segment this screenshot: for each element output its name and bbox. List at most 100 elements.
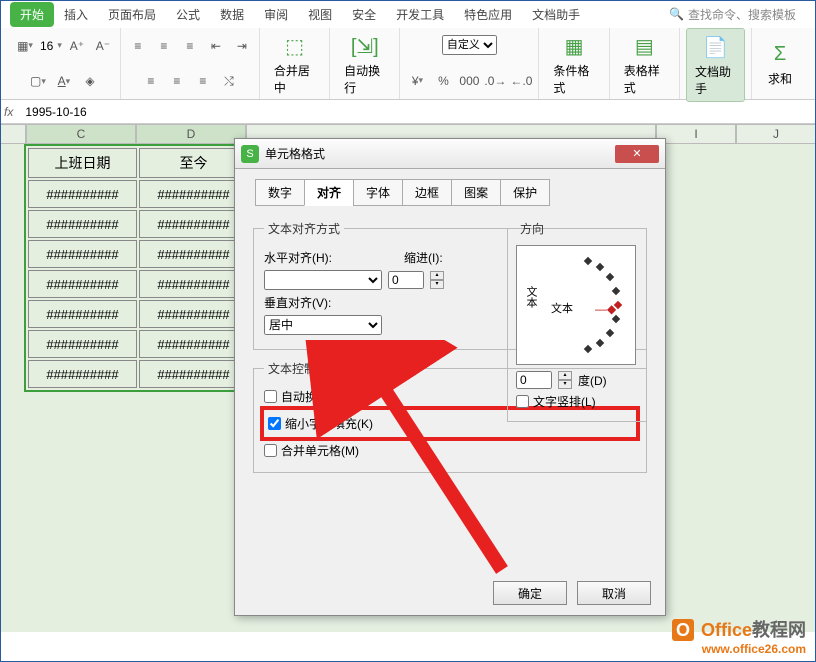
fx-label[interactable]: fx bbox=[4, 105, 13, 119]
align-top-icon[interactable]: ≡ bbox=[127, 35, 149, 57]
text-control-legend: 文本控制 bbox=[264, 360, 320, 377]
text-align-legend: 文本对齐方式 bbox=[264, 220, 344, 237]
header-c[interactable]: 上班日期 bbox=[28, 148, 137, 178]
header-d[interactable]: 至今 bbox=[139, 148, 248, 178]
dlg-tab-number[interactable]: 数字 bbox=[255, 179, 305, 206]
inc-decimal-icon[interactable]: .0→ bbox=[484, 70, 506, 92]
align-middle-icon[interactable]: ≡ bbox=[153, 35, 175, 57]
tab-special[interactable]: 特色应用 bbox=[454, 2, 522, 27]
ribbon-toolbar: ▦▾ 16 ▾ A⁺ A⁻ ▢▾ A▾ ◈ ≡ ≡ ≡ ⇤ ⇥ ≡ ≡ ≡ ⤭ … bbox=[0, 28, 816, 100]
cell[interactable]: ########## bbox=[28, 180, 137, 208]
dlg-tab-align[interactable]: 对齐 bbox=[304, 179, 354, 206]
indent-left-icon[interactable]: ⇤ bbox=[205, 35, 227, 57]
dec-decimal-icon[interactable]: ←.0 bbox=[510, 70, 532, 92]
cell[interactable]: ########## bbox=[28, 210, 137, 238]
merge-center-button[interactable]: ⬚ 合并居中 bbox=[266, 28, 323, 100]
sum-label: 求和 bbox=[768, 70, 792, 87]
cancel-button[interactable]: 取消 bbox=[577, 581, 651, 605]
indent-right-icon[interactable]: ⇥ bbox=[231, 35, 253, 57]
cell[interactable]: ########## bbox=[28, 330, 137, 358]
cell[interactable]: ########## bbox=[139, 180, 248, 208]
cell[interactable]: ########## bbox=[139, 360, 248, 388]
ok-button[interactable]: 确定 bbox=[493, 581, 567, 605]
dlg-tab-font[interactable]: 字体 bbox=[353, 179, 403, 206]
degree-spinner[interactable]: ▴▾ bbox=[558, 371, 572, 389]
tab-review[interactable]: 审阅 bbox=[254, 2, 298, 27]
dlg-tab-pattern[interactable]: 图案 bbox=[451, 179, 501, 206]
app-icon: S bbox=[241, 145, 259, 163]
search-hint[interactable]: 🔍 查找命令、搜索模板 bbox=[669, 6, 796, 23]
align-bottom-icon[interactable]: ≡ bbox=[179, 35, 201, 57]
data-table[interactable]: 上班日期至今 #################### ############… bbox=[26, 146, 250, 390]
formula-input[interactable] bbox=[25, 105, 816, 119]
merge-checkbox[interactable] bbox=[264, 444, 277, 457]
col-header-c[interactable]: C bbox=[26, 124, 136, 144]
ribbon-tabs: 开始 插入 页面布局 公式 数据 审阅 视图 安全 开发工具 特色应用 文档助手… bbox=[0, 0, 816, 28]
fill-color-icon[interactable]: ▢▾ bbox=[27, 70, 49, 92]
dlg-tab-protect[interactable]: 保护 bbox=[500, 179, 550, 206]
cell[interactable]: ########## bbox=[28, 240, 137, 268]
orientation-icon[interactable]: ⤭ bbox=[218, 70, 240, 92]
align-center-icon[interactable]: ≡ bbox=[166, 70, 188, 92]
tab-data[interactable]: 数据 bbox=[210, 2, 254, 27]
formula-bar: fx bbox=[0, 100, 816, 124]
v-align-select[interactable]: 居中 bbox=[264, 315, 382, 335]
col-header-i[interactable]: I bbox=[656, 124, 736, 144]
close-button[interactable]: ✕ bbox=[615, 145, 659, 163]
tab-view[interactable]: 视图 bbox=[298, 2, 342, 27]
percent-icon[interactable]: % bbox=[432, 70, 454, 92]
doc-helper-button[interactable]: 📄 文档助手 bbox=[686, 28, 745, 102]
clear-format-icon[interactable]: ◈ bbox=[79, 70, 101, 92]
cell[interactable]: ########## bbox=[28, 360, 137, 388]
number-format-select[interactable]: 自定义 bbox=[442, 35, 497, 55]
watermark: O Office教程网 www.office26.com bbox=[672, 616, 806, 656]
wrap-text-button[interactable]: [⇲] 自动换行 bbox=[336, 28, 393, 100]
cell[interactable]: ########## bbox=[139, 300, 248, 328]
border-icon[interactable]: ▦▾ bbox=[14, 35, 36, 57]
tab-doc-helper[interactable]: 文档助手 bbox=[522, 2, 590, 27]
orientation-preview[interactable]: 文本 文本 —◆ bbox=[516, 245, 636, 365]
cond-format-button[interactable]: ▦ 条件格式 bbox=[545, 28, 602, 100]
indent-input[interactable] bbox=[388, 271, 424, 289]
decrease-font-icon[interactable]: A⁻ bbox=[92, 35, 114, 57]
orient-vertical-text: 文本 bbox=[523, 286, 539, 308]
shrink-checkbox[interactable] bbox=[268, 417, 281, 430]
tab-layout[interactable]: 页面布局 bbox=[98, 2, 166, 27]
v-align-label: 垂直对齐(V): bbox=[264, 294, 336, 311]
font-color-icon[interactable]: A▾ bbox=[53, 70, 75, 92]
increase-font-icon[interactable]: A⁺ bbox=[66, 35, 88, 57]
indent-spinner[interactable]: ▴▾ bbox=[430, 271, 444, 289]
wrap-checkbox[interactable] bbox=[264, 390, 277, 403]
cell[interactable]: ########## bbox=[139, 330, 248, 358]
tab-start[interactable]: 开始 bbox=[10, 2, 54, 27]
comma-icon[interactable]: 000 bbox=[458, 70, 480, 92]
align-right-icon[interactable]: ≡ bbox=[192, 70, 214, 92]
cell[interactable]: ########## bbox=[139, 270, 248, 298]
corner-cell[interactable] bbox=[0, 124, 26, 144]
dlg-tab-border[interactable]: 边框 bbox=[402, 179, 452, 206]
table-style-button[interactable]: ▤ 表格样式 bbox=[616, 28, 673, 100]
cell[interactable]: ########## bbox=[28, 270, 137, 298]
align-left-icon[interactable]: ≡ bbox=[140, 70, 162, 92]
cond-format-icon: ▦ bbox=[560, 32, 588, 60]
font-size-drop-icon[interactable]: ▾ bbox=[57, 40, 62, 51]
merge-icon: ⬚ bbox=[281, 32, 309, 60]
sum-button[interactable]: Σ 求和 bbox=[758, 36, 802, 91]
cell[interactable]: ########## bbox=[139, 240, 248, 268]
tab-formula[interactable]: 公式 bbox=[166, 2, 210, 27]
vertical-text-checkbox[interactable] bbox=[516, 395, 529, 408]
wrap-chk-label: 自动换行(W) bbox=[281, 388, 348, 405]
cell[interactable]: ########## bbox=[139, 210, 248, 238]
h-align-select[interactable] bbox=[264, 270, 382, 290]
col-header-d[interactable]: D bbox=[136, 124, 246, 144]
font-size-box[interactable]: 16 bbox=[40, 39, 53, 53]
col-header-j[interactable]: J bbox=[736, 124, 816, 144]
tab-insert[interactable]: 插入 bbox=[54, 2, 98, 27]
wm-brand2: 教程网 bbox=[752, 620, 806, 640]
tab-security[interactable]: 安全 bbox=[342, 2, 386, 27]
currency-icon[interactable]: ¥▾ bbox=[406, 70, 428, 92]
tab-dev[interactable]: 开发工具 bbox=[386, 2, 454, 27]
cell[interactable]: ########## bbox=[28, 300, 137, 328]
dialog-titlebar[interactable]: S 单元格格式 ✕ bbox=[235, 139, 665, 169]
degree-input[interactable] bbox=[516, 371, 552, 389]
